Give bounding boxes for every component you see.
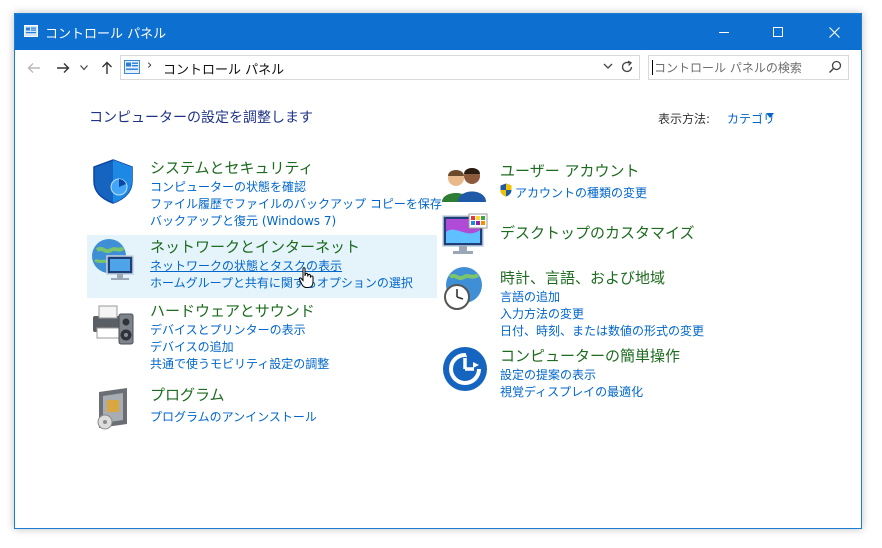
network-globe-icon[interactable] — [89, 236, 137, 284]
category-link[interactable]: コンピューターの状態を確認 — [150, 178, 306, 195]
category-link[interactable]: 入力方法の変更 — [500, 305, 584, 322]
control-panel-icon — [124, 60, 140, 74]
category-link[interactable]: 視覚ディスプレイの最適化 — [500, 383, 643, 400]
window-title: コントロール パネル — [45, 27, 167, 42]
category-title[interactable]: 時計、言語、および地域 — [500, 267, 665, 288]
recent-locations-button[interactable] — [78, 58, 90, 78]
category-link[interactable]: デバイスとプリンターの表示 — [150, 321, 306, 338]
programs-box-icon[interactable] — [89, 384, 137, 432]
chevron-down-icon — [80, 65, 88, 71]
category-link[interactable]: ホームグループと共有に関するオプションの選択 — [150, 274, 413, 291]
shield-icon[interactable] — [89, 157, 137, 205]
breadcrumb-separator[interactable]: › — [147, 58, 152, 73]
close-button[interactable] — [811, 14, 857, 50]
address-bar[interactable]: › コントロール パネル — [120, 55, 640, 80]
search-icon[interactable] — [828, 60, 842, 74]
chevron-down-icon[interactable] — [766, 113, 774, 119]
category-link[interactable]: 言語の追加 — [500, 288, 560, 305]
category-link[interactable]: プログラムのアンインストール — [150, 408, 317, 425]
text-caret — [652, 60, 653, 75]
category-link[interactable]: バックアップと復元 (Windows 7) — [150, 212, 336, 229]
category-title[interactable]: ネットワークとインターネット — [150, 236, 360, 257]
arrow-up-icon — [102, 61, 112, 74]
category-link[interactable]: 設定の提案の表示 — [500, 366, 596, 383]
hand-pointer-icon — [298, 267, 314, 288]
minimize-button[interactable] — [701, 14, 747, 50]
back-button[interactable] — [24, 58, 44, 78]
category-title[interactable]: プログラム — [150, 384, 225, 405]
category-title[interactable]: コンピューターの簡単操作 — [500, 345, 680, 366]
search-input[interactable]: コントロール パネルの検索 — [654, 59, 802, 76]
desktop-personalization-icon[interactable] — [441, 212, 489, 260]
users-icon[interactable] — [440, 160, 488, 208]
close-icon — [828, 26, 840, 38]
title-bar[interactable]: コントロール パネル — [15, 14, 861, 50]
maximize-button[interactable] — [755, 14, 801, 50]
refresh-icon[interactable] — [620, 60, 634, 74]
minimize-icon — [718, 31, 729, 33]
category-title[interactable]: ハードウェアとサウンド — [150, 300, 315, 321]
arrow-left-icon — [27, 63, 40, 73]
category-link[interactable]: アカウントの種類の変更 — [515, 184, 647, 201]
arrow-right-icon — [57, 63, 70, 73]
category-title[interactable]: デスクトップのカスタマイズ — [500, 222, 695, 243]
chevron-down-icon[interactable] — [603, 61, 613, 71]
maximize-icon — [772, 26, 783, 37]
category-link[interactable]: 日付、時刻、または数値の形式の変更 — [500, 322, 704, 339]
up-button[interactable] — [97, 58, 117, 78]
page-heading: コンピューターの設定を調整します — [89, 110, 313, 126]
category-link[interactable]: 共通で使うモビリティ設定の調整 — [150, 355, 329, 372]
uac-shield-icon — [500, 183, 512, 197]
category-title[interactable]: システムとセキュリティ — [150, 157, 314, 178]
globe-clock-icon[interactable] — [440, 265, 488, 313]
category-link[interactable]: デバイスの追加 — [150, 338, 234, 355]
printer-speaker-icon[interactable] — [89, 300, 137, 348]
view-by-label: 表示方法: — [658, 112, 711, 126]
navigation-toolbar: › コントロール パネル コントロール パネルの検索 — [15, 50, 861, 86]
control-panel-window: コントロール パネル › コントロール パネル コントロール パネルの検索 コン… — [14, 13, 862, 529]
category-link[interactable]: ファイル履歴でファイルのバックアップ コピーを保存 — [150, 195, 442, 212]
forward-button[interactable] — [53, 58, 73, 78]
search-box[interactable]: コントロール パネルの検索 — [648, 55, 849, 80]
breadcrumb-control-panel[interactable]: コントロール パネル — [163, 59, 284, 78]
ease-of-access-icon[interactable] — [441, 345, 489, 393]
control-panel-icon — [24, 25, 38, 37]
category-title[interactable]: ユーザー アカウント — [500, 160, 639, 181]
